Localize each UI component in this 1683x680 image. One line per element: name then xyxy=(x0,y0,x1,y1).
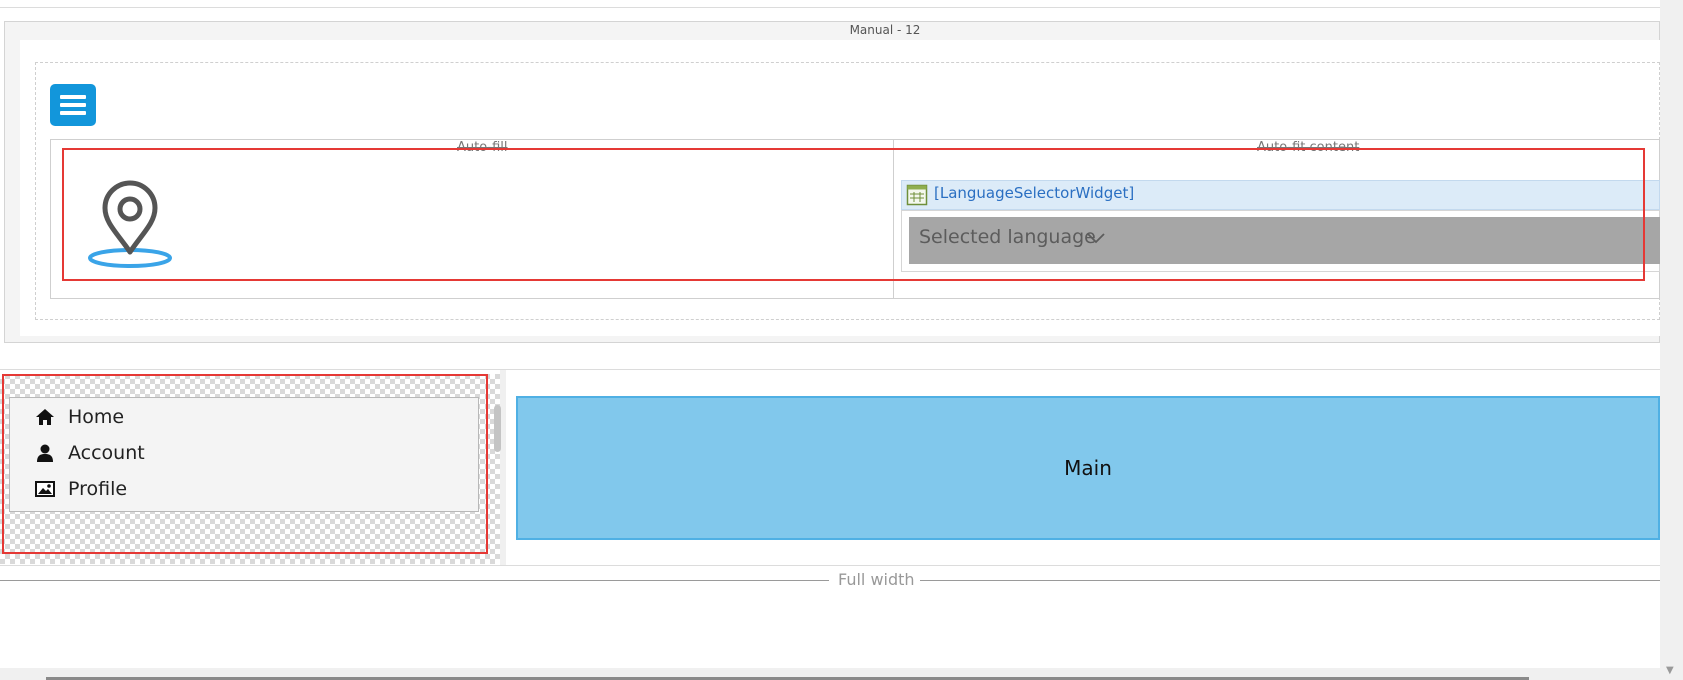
full-width-line-right xyxy=(920,580,1660,581)
full-width-line-left xyxy=(0,580,829,581)
full-width-label: Full width xyxy=(838,570,915,589)
panel-splitter[interactable] xyxy=(500,370,506,565)
scroll-down-arrow-icon[interactable]: ▼ xyxy=(1666,665,1674,676)
manual-layout-title: Manual - 12 xyxy=(849,23,921,37)
top-divider xyxy=(0,7,1660,8)
section-divider-bottom xyxy=(0,565,1660,566)
section-divider xyxy=(0,369,1660,370)
vertical-scrollbar[interactable] xyxy=(1660,0,1683,680)
highlight-box-side-nav xyxy=(2,374,488,554)
highlight-box-header-row xyxy=(62,148,1645,281)
main-panel-label: Main xyxy=(1064,456,1112,480)
hamburger-menu-button[interactable] xyxy=(50,84,96,126)
splitter-handle[interactable] xyxy=(494,405,501,452)
main-content-panel[interactable]: Main xyxy=(516,396,1660,540)
hamburger-menu-icon xyxy=(60,95,86,115)
